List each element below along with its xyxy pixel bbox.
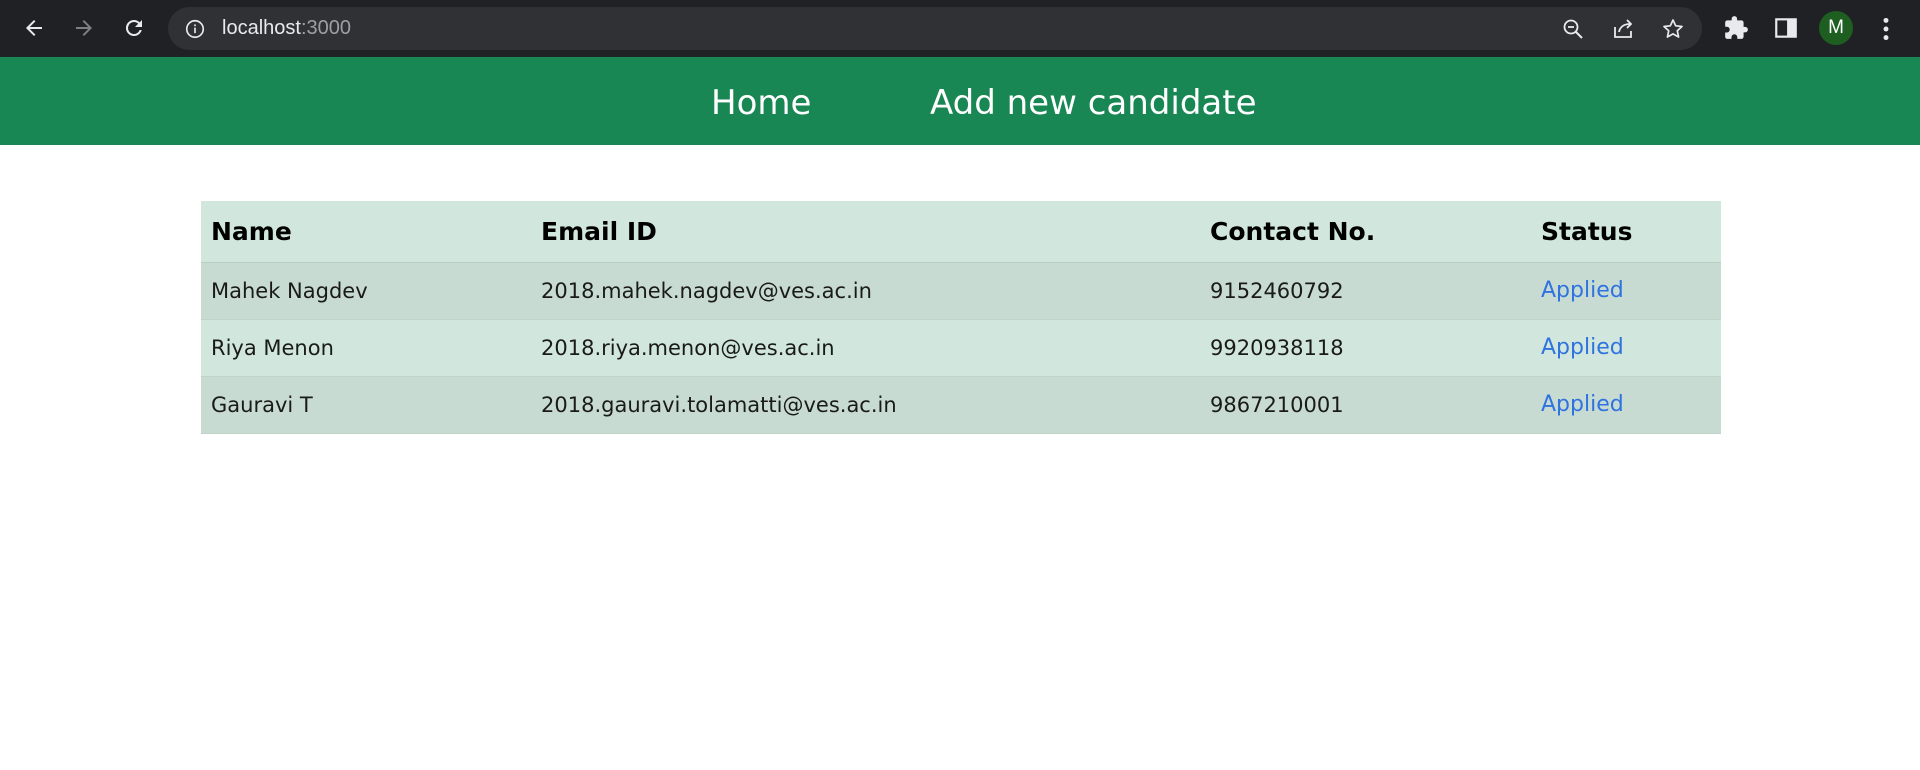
side-panel-icon[interactable]	[1773, 15, 1799, 41]
column-header-name: Name	[201, 201, 531, 263]
back-button[interactable]	[15, 9, 53, 47]
back-arrow-icon	[26, 20, 42, 36]
url-host: localhost	[222, 17, 301, 39]
cell-contact: 9867210001	[1200, 376, 1531, 434]
extensions-puzzle-icon[interactable]	[1723, 15, 1749, 41]
candidates-table-container: Name Email ID Contact No. Status Mahek N…	[201, 201, 1721, 434]
cell-name: Riya Menon	[201, 319, 531, 377]
site-info-icon[interactable]	[184, 18, 206, 40]
browser-menu-icon[interactable]	[1872, 14, 1900, 44]
cell-email: 2018.mahek.nagdev@ves.ac.in	[531, 262, 1200, 320]
table-row: Riya Menon 2018.riya.menon@ves.ac.in 992…	[201, 319, 1721, 377]
cell-email: 2018.gauravi.tolamatti@ves.ac.in	[531, 376, 1200, 434]
table-header-row: Name Email ID Contact No. Status	[201, 201, 1721, 263]
column-header-email: Email ID	[531, 201, 1200, 263]
reload-button[interactable]	[115, 9, 153, 47]
cell-email: 2018.riya.menon@ves.ac.in	[531, 319, 1200, 377]
nav-link-add-new-candidate[interactable]: Add new candidate	[930, 57, 1257, 145]
status-link[interactable]: Applied	[1541, 392, 1624, 417]
status-link[interactable]: Applied	[1541, 278, 1624, 303]
bookmark-star-icon[interactable]	[1661, 17, 1685, 41]
app-navbar: Home Add new candidate	[0, 57, 1920, 145]
forward-button[interactable]	[65, 9, 103, 47]
table-row: Gauravi T 2018.gauravi.tolamatti@ves.ac.…	[201, 376, 1721, 434]
table-row: Mahek Nagdev 2018.mahek.nagdev@ves.ac.in…	[201, 262, 1721, 320]
reload-icon	[125, 19, 142, 36]
cell-name: Mahek Nagdev	[201, 262, 531, 320]
status-link[interactable]: Applied	[1541, 335, 1624, 360]
cell-status: Applied	[1531, 376, 1721, 434]
share-icon[interactable]	[1611, 17, 1635, 41]
cell-status: Applied	[1531, 319, 1721, 377]
browser-toolbar: localhost:3000 M	[0, 0, 1920, 57]
nav-link-home[interactable]: Home	[711, 57, 811, 145]
cell-contact: 9920938118	[1200, 319, 1531, 377]
profile-avatar[interactable]: M	[1819, 11, 1853, 45]
url-text[interactable]: localhost:3000	[222, 7, 351, 50]
address-bar[interactable]: localhost:3000	[168, 7, 1702, 50]
cell-contact: 9152460792	[1200, 262, 1531, 320]
column-header-status: Status	[1531, 201, 1721, 263]
cell-name: Gauravi T	[201, 376, 531, 434]
candidates-table: Name Email ID Contact No. Status Mahek N…	[201, 201, 1721, 434]
cell-status: Applied	[1531, 262, 1721, 320]
forward-arrow-icon	[76, 20, 92, 36]
zoom-out-icon[interactable]	[1561, 17, 1585, 41]
url-port: :3000	[300, 17, 351, 39]
column-header-contact: Contact No.	[1200, 201, 1531, 263]
